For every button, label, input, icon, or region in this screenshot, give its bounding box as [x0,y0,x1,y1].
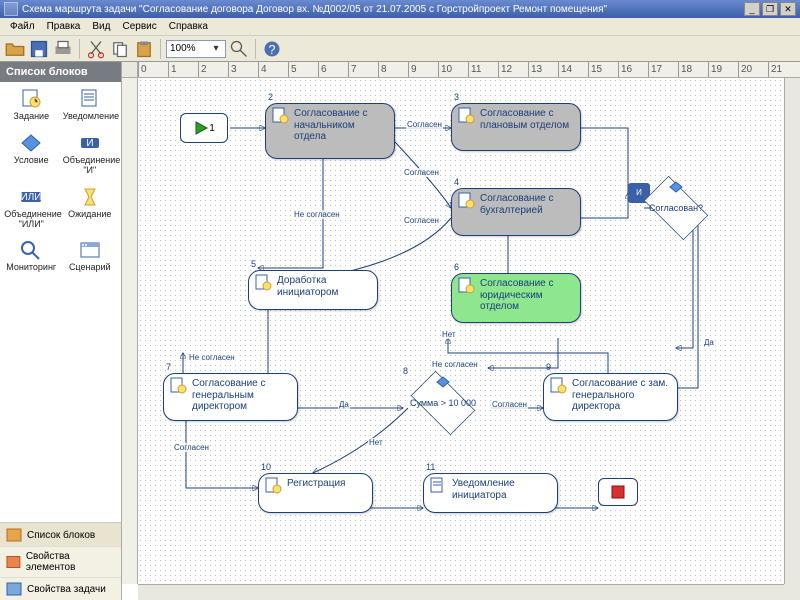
palette-wait[interactable]: Ожидание [63,186,117,230]
toolbar-separator [160,39,161,59]
palette-or[interactable]: ИЛИОбъединение "ИЛИ" [4,186,58,230]
ruler-vertical [122,78,138,584]
edge-label: Нет [441,330,457,339]
edge-label: Нет [368,438,384,447]
chevron-down-icon: ▾ [210,43,222,54]
node-registration[interactable]: 10 Регистрация [258,473,373,513]
task-icon [264,477,282,495]
zoom-combo[interactable]: 100% ▾ [166,40,226,58]
diamond-icon [436,376,450,388]
ruler-corner [122,62,138,78]
node-notify-initiator[interactable]: 11 Уведомление инициатора [423,473,558,513]
task-icon [457,107,475,125]
edge-label: Да [703,338,715,347]
minimize-button[interactable]: _ [744,2,760,16]
edge-label: Согласен [406,120,443,129]
task-icon [254,274,272,292]
stop-icon [611,485,625,499]
node-rework[interactable]: 5 Доработка инициатором [248,270,378,310]
scrollbar-vertical[interactable] [784,78,800,584]
ruler-horizontal: 0123456789101112131415161718192021 [138,62,800,78]
tool-open-icon[interactable] [4,38,26,60]
node-start[interactable]: 1 [180,113,228,143]
svg-text:ИЛИ: ИЛИ [21,192,42,203]
diagram-canvas[interactable]: 1 2 Согласование с начальником отдела 3 … [138,78,784,584]
maximize-button[interactable]: ❐ [762,2,778,16]
palette-script[interactable]: Сценарий [63,239,117,273]
task-icon [169,377,187,395]
palette-notify[interactable]: Уведомление [63,88,117,122]
node-amount-decision[interactable]: 8 Сумма > 10 000 [403,378,483,428]
sidebar: Список блоков Задание Уведомление Услови… [0,62,122,600]
edge-label: Согласен [403,216,440,225]
palette-condition[interactable]: Условие [4,132,58,176]
task-icon [549,377,567,395]
tool-print-icon[interactable] [52,38,74,60]
node-planning-approval[interactable]: 3 Согласование с плановым отделом [451,103,581,151]
tool-paste-icon[interactable] [133,38,155,60]
menubar: Файл Правка Вид Сервис Справка [0,18,800,36]
task-icon [457,192,475,210]
edge-label: Да [338,400,350,409]
diamond-icon [669,181,683,193]
palette-task[interactable]: Задание [4,88,58,122]
tool-help-icon[interactable]: ? [261,38,283,60]
toolbar: 100% ▾ ? [0,36,800,62]
tool-copy-icon[interactable] [109,38,131,60]
scroll-corner [784,584,800,600]
close-button[interactable]: ✕ [780,2,796,16]
menu-view[interactable]: Вид [86,19,116,34]
block-palette: Задание Уведомление Условие ИОбъединение… [0,82,121,522]
palette-monitor[interactable]: Мониторинг [4,239,58,273]
accordion-task-props[interactable]: Свойства задачи [0,577,121,600]
svg-text:?: ? [269,43,276,57]
task-icon [271,107,289,125]
menu-edit[interactable]: Правка [41,19,87,34]
edge-label: Не согласен [431,360,479,369]
menu-service[interactable]: Сервис [116,19,162,34]
tool-save-icon[interactable] [28,38,50,60]
toolbar-separator [255,39,256,59]
app-icon [4,2,18,16]
node-deputy-approval[interactable]: 9 Согласование с зам. генерального дирек… [543,373,678,421]
scrollbar-horizontal[interactable] [138,584,784,600]
edge-label: Согласен [173,443,210,452]
menu-help[interactable]: Справка [163,19,214,34]
notify-icon [429,477,447,495]
accordion-blocks[interactable]: Список блоков [0,523,121,546]
canvas-area: 0123456789101112131415161718192021 [122,62,800,600]
menu-file[interactable]: Файл [4,19,41,34]
node-supervisor-approval[interactable]: 2 Согласование с начальником отдела [265,103,395,159]
svg-text:И: И [86,138,93,149]
accordion-element-props[interactable]: Свойства элементов [0,546,121,577]
node-accounting-approval[interactable]: 4 Согласование с бухгалтерией [451,188,581,236]
edge-label: Согласен [403,168,440,177]
titlebar: Схема маршрута задачи "Согласование дого… [0,0,800,18]
node-ceo-approval[interactable]: 7 Согласование с генеральным директором [163,373,298,421]
zoom-value: 100% [170,43,210,54]
palette-and[interactable]: ИОбъединение "И" [63,132,117,176]
tool-zoom-icon[interactable] [228,38,250,60]
sidebar-accordion: Список блоков Свойства элементов Свойств… [0,522,121,600]
node-legal-approval[interactable]: 6 Согласование с юридическим отделом [451,273,581,323]
node-approved-decision[interactable]: Согласован? [636,183,716,233]
sidebar-title: Список блоков [0,62,121,82]
node-end[interactable] [598,478,638,506]
edge-label: Согласен [491,400,528,409]
toolbar-separator [79,39,80,59]
edge-label: Не согласен [293,210,341,219]
window-title: Схема маршрута задачи "Согласование дого… [22,4,744,15]
play-icon [193,120,209,136]
edge-label: Не согласен [188,353,236,362]
tool-cut-icon[interactable] [85,38,107,60]
task-icon [457,277,475,295]
